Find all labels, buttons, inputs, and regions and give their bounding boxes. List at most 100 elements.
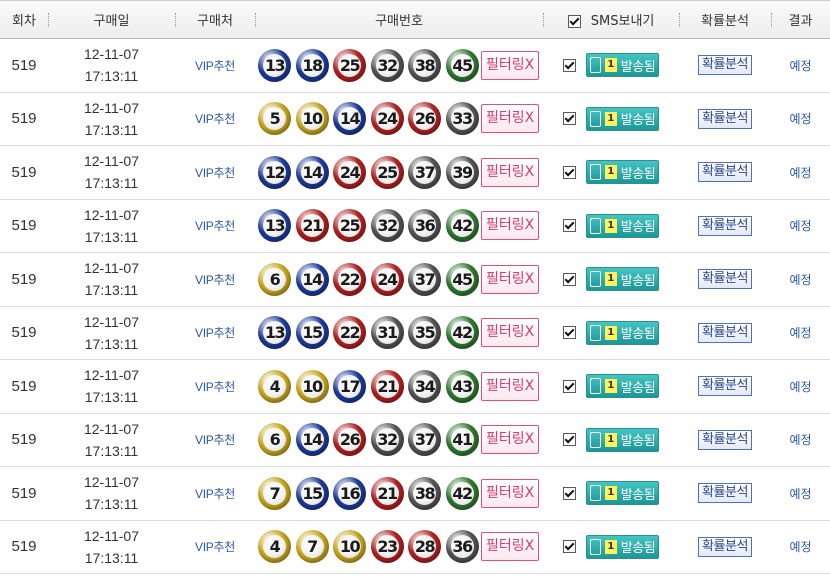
ball-number: 10 xyxy=(302,376,323,396)
probability-analysis-button[interactable]: 확률분석 xyxy=(698,162,752,183)
sms-count: 1 xyxy=(604,58,617,73)
sms-send-button[interactable]: 1 발송됨 xyxy=(585,53,660,78)
probability-analysis-button[interactable]: 확률분석 xyxy=(698,536,752,557)
sms-send-button[interactable]: 1 발송됨 xyxy=(585,213,660,238)
probability-analysis-button[interactable]: 확률분석 xyxy=(698,429,752,450)
place-link[interactable]: VIP추천 xyxy=(175,92,255,146)
filter-button[interactable]: 필터링X xyxy=(481,157,540,187)
place-link[interactable]: VIP추천 xyxy=(175,146,255,200)
lotto-ball: 23 xyxy=(370,530,404,564)
sms-row-checkbox[interactable] xyxy=(562,433,576,447)
filter-button[interactable]: 필터링X xyxy=(481,478,540,508)
ball-number: 14 xyxy=(302,269,323,289)
analysis-cell: 확률분석 xyxy=(679,306,771,360)
sms-status-label: 발송됨 xyxy=(620,327,656,343)
place-link[interactable]: VIP추천 xyxy=(175,467,255,521)
sms-select-all-checkbox[interactable] xyxy=(567,15,581,28)
sms-send-button[interactable]: 1 발송됨 xyxy=(585,427,660,452)
filter-button[interactable]: 필터링X xyxy=(481,318,540,348)
filter-button[interactable]: 필터링X xyxy=(481,532,540,562)
lotto-ball: 4 xyxy=(258,530,291,564)
lotto-ball: 42 xyxy=(445,316,479,350)
sms-row-checkbox[interactable] xyxy=(562,112,576,126)
ball-number: 25 xyxy=(339,216,361,236)
round-cell: 519 xyxy=(11,163,37,181)
phone-icon xyxy=(589,538,601,555)
sms-row-checkbox[interactable] xyxy=(562,58,576,72)
probability-analysis-button[interactable]: 확률분석 xyxy=(698,322,752,343)
sms-send-button[interactable]: 1 발송됨 xyxy=(585,534,660,559)
place-link[interactable]: VIP추천 xyxy=(175,39,255,93)
lotto-ball: 37 xyxy=(408,423,441,457)
ball-number: 13 xyxy=(264,323,286,343)
filter-button[interactable]: 필터링X xyxy=(481,371,540,401)
lotto-ball: 38 xyxy=(408,48,441,82)
table-row: 519 12-11-07 17:13:11 VIP추천 13 15 22 31 35 42… xyxy=(0,306,830,360)
purchase-date: 12-11-07 xyxy=(83,474,139,491)
lotto-ball: 14 xyxy=(295,262,329,296)
probability-analysis-button[interactable]: 확률분석 xyxy=(698,55,752,76)
filter-button[interactable]: 필터링X xyxy=(481,425,540,455)
ball-number: 45 xyxy=(452,55,473,75)
sms-row-checkbox[interactable] xyxy=(562,540,576,554)
place-link[interactable]: VIP추천 xyxy=(175,520,255,574)
place-link[interactable]: VIP추천 xyxy=(175,253,255,307)
filter-button[interactable]: 필터링X xyxy=(481,104,540,134)
sms-row-checkbox[interactable] xyxy=(562,379,576,393)
sms-send-button[interactable]: 1 발송됨 xyxy=(585,160,660,185)
place-link[interactable]: VIP추천 xyxy=(175,360,255,414)
lotto-ball: 15 xyxy=(295,476,329,510)
filter-button[interactable]: 필터링X xyxy=(481,211,540,241)
sms-send-button[interactable]: 1 발송됨 xyxy=(585,267,660,292)
sms-send-button[interactable]: 1 발송됨 xyxy=(585,374,660,399)
lotto-ball: 26 xyxy=(408,102,441,136)
purchase-time: 17:13:11 xyxy=(84,282,139,299)
filter-button[interactable]: 필터링X xyxy=(481,50,540,80)
ball-number: 42 xyxy=(452,216,473,236)
table-row: 519 12-11-07 17:13:11 VIP추천 13 18 25 32 38 45… xyxy=(0,39,830,93)
sms-send-button[interactable]: 1 발송됨 xyxy=(585,106,660,131)
place-link[interactable]: VIP추천 xyxy=(175,199,255,253)
sms-row-checkbox[interactable] xyxy=(562,326,576,340)
lotto-ball: 14 xyxy=(295,423,329,457)
date-cell: 12-11-07 17:13:11 xyxy=(48,92,175,146)
place-link[interactable]: VIP추천 xyxy=(175,306,255,360)
probability-analysis-button[interactable]: 확률분석 xyxy=(698,483,752,504)
sms-row-checkbox[interactable] xyxy=(562,272,576,286)
lotto-ball: 37 xyxy=(408,262,441,296)
lotto-ball: 24 xyxy=(333,155,366,189)
probability-analysis-button[interactable]: 확률분석 xyxy=(698,269,752,290)
sms-status-label: 발송됨 xyxy=(620,113,656,129)
sms-row-checkbox[interactable] xyxy=(562,165,576,179)
lotto-ball: 13 xyxy=(258,316,291,350)
ball-number: 6 xyxy=(269,269,281,289)
sms-row-checkbox[interactable] xyxy=(562,486,576,500)
result-cell: 예정 xyxy=(789,112,812,127)
lotto-ball: 21 xyxy=(370,476,404,510)
sms-row-checkbox[interactable] xyxy=(562,219,576,233)
ball-number: 4 xyxy=(269,537,281,557)
probability-analysis-button[interactable]: 확률분석 xyxy=(698,376,752,397)
date-cell: 12-11-07 17:13:11 xyxy=(48,520,175,574)
probability-analysis-button[interactable]: 확률분석 xyxy=(698,215,752,236)
place-link[interactable]: VIP추천 xyxy=(175,413,255,467)
ball-number: 6 xyxy=(269,430,281,450)
sms-status-label: 발송됨 xyxy=(620,273,656,289)
filter-button[interactable]: 필터링X xyxy=(481,264,540,294)
purchase-date: 12-11-07 xyxy=(83,260,139,277)
analysis-cell: 확률분석 xyxy=(679,92,771,146)
result-cell: 예정 xyxy=(789,486,812,501)
lotto-ball: 41 xyxy=(445,423,479,457)
ball-number: 4 xyxy=(269,376,281,396)
analysis-cell: 확률분석 xyxy=(679,199,771,253)
purchase-time: 17:13:11 xyxy=(84,68,139,85)
sms-send-button[interactable]: 1 발송됨 xyxy=(585,320,660,345)
lotto-ball: 26 xyxy=(333,423,366,457)
probability-analysis-button[interactable]: 확률분석 xyxy=(698,108,752,129)
sms-cell: 1 발송됨 xyxy=(543,39,679,93)
numbers-cell: 4 7 10 23 28 36 필터링X xyxy=(255,520,543,574)
lotto-ball: 5 xyxy=(258,102,291,136)
ball-number: 45 xyxy=(452,269,473,289)
numbers-cell: 6 14 26 32 37 41 필터링X xyxy=(255,413,543,467)
sms-send-button[interactable]: 1 발송됨 xyxy=(585,481,660,506)
